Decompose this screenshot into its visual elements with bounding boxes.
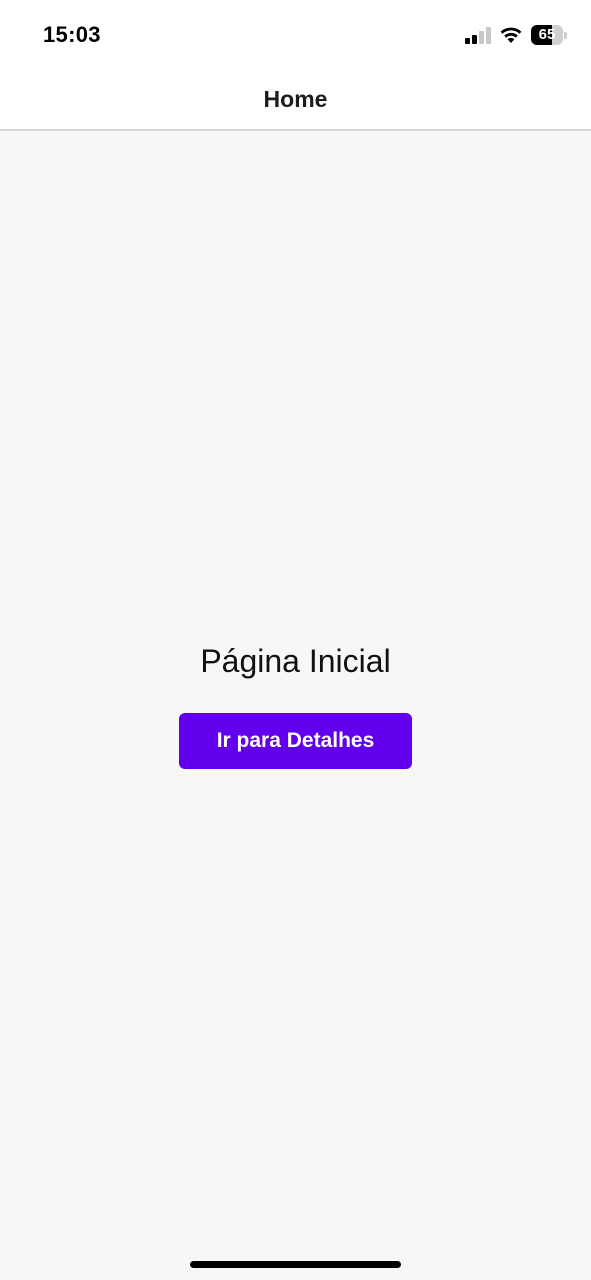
cellular-signal-icon bbox=[465, 26, 491, 44]
status-time: 15:03 bbox=[43, 22, 101, 47]
app-screen: 15:03 65 Home Página Inicial Ir para Det… bbox=[0, 0, 591, 1280]
status-icons: 65 bbox=[465, 24, 567, 46]
home-indicator[interactable] bbox=[190, 1261, 401, 1268]
battery-icon: 65 bbox=[531, 25, 567, 45]
main-content: Página Inicial Ir para Detalhes bbox=[0, 131, 591, 1280]
status-bar: 15:03 65 bbox=[0, 0, 591, 68]
navigation-bar: Home bbox=[0, 68, 591, 131]
wifi-icon bbox=[500, 27, 522, 43]
go-to-details-button[interactable]: Ir para Detalhes bbox=[179, 713, 412, 769]
page-title: Home bbox=[263, 86, 328, 112]
page-heading: Página Inicial bbox=[200, 643, 391, 679]
battery-level: 65 bbox=[538, 26, 556, 43]
